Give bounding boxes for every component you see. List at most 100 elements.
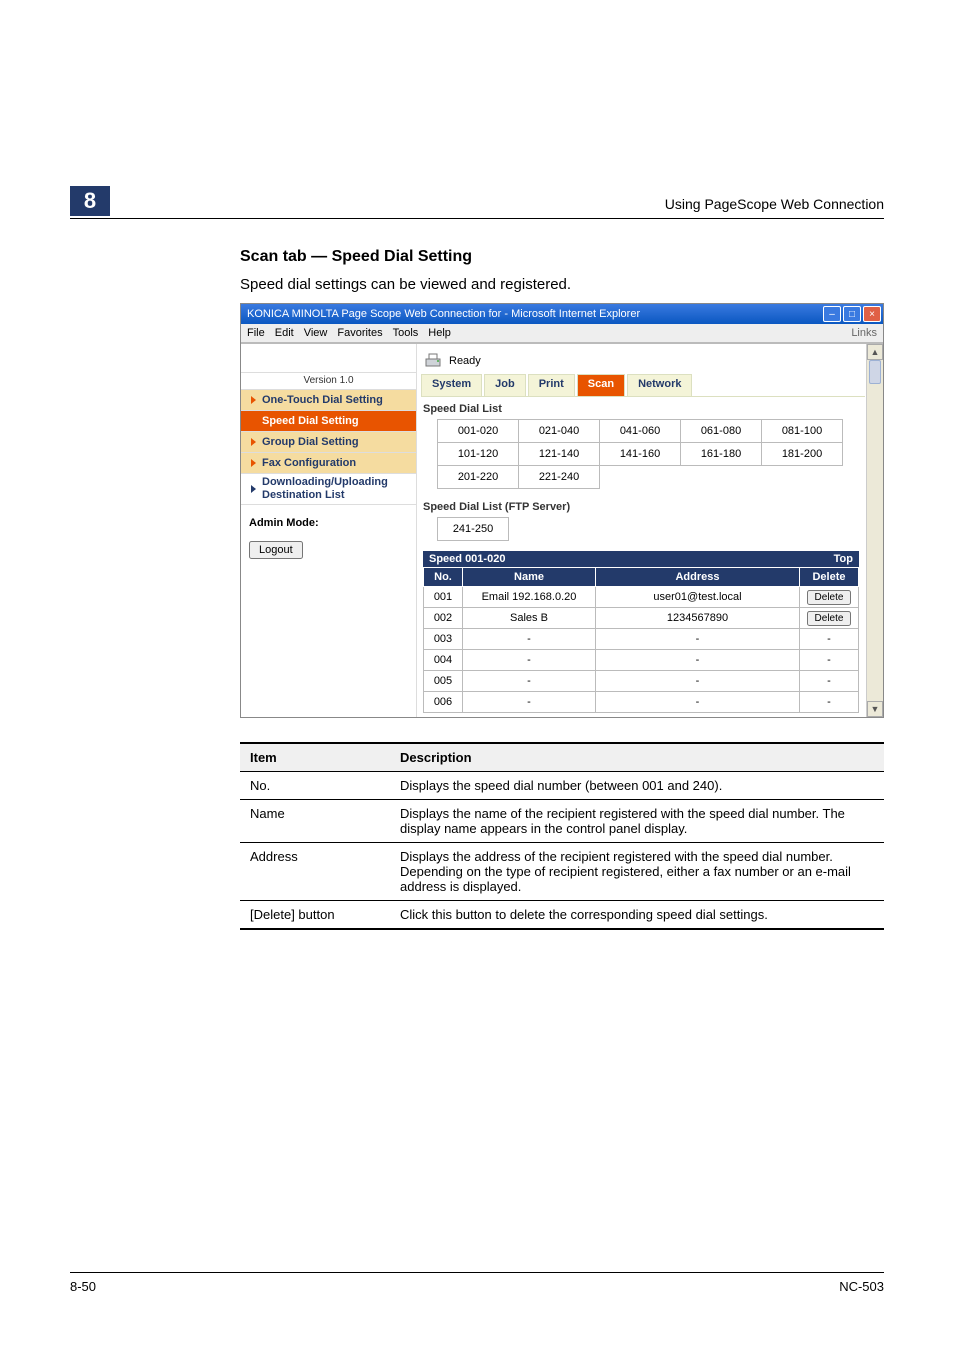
delete-button[interactable]: Delete: [807, 611, 852, 626]
cell-address: -: [596, 692, 800, 713]
desc-row: No.Displays the speed dial number (betwe…: [240, 772, 884, 800]
cell-no: 005: [424, 671, 463, 692]
tab-scan[interactable]: Scan: [577, 374, 625, 396]
range-cell[interactable]: 241-250: [438, 518, 509, 541]
desc-col-description: Description: [390, 743, 884, 772]
col-header: No.: [424, 568, 463, 587]
section-heading: Scan tab — Speed Dial Setting: [240, 248, 884, 266]
cell-delete: -: [800, 629, 859, 650]
sidebar-item-2[interactable]: Group Dial Setting: [241, 432, 416, 453]
range-cell[interactable]: 181-200: [762, 443, 843, 466]
group-header-top-link[interactable]: Top: [834, 553, 853, 565]
window-titlebar[interactable]: KONICA MINOLTA Page Scope Web Connection…: [241, 304, 883, 324]
table-row: 005---: [424, 671, 859, 692]
logout-button[interactable]: Logout: [249, 541, 303, 559]
cell-no: 002: [424, 608, 463, 629]
range-cell[interactable]: 201-220: [438, 466, 519, 489]
desc-text: Displays the speed dial number (between …: [390, 772, 884, 800]
range-cell[interactable]: 001-020: [438, 420, 519, 443]
desc-item: Name: [240, 800, 390, 843]
menu-file[interactable]: File: [247, 327, 265, 339]
cell-name: -: [463, 671, 596, 692]
menu-links[interactable]: Links: [851, 327, 877, 339]
header-title: Using PageScope Web Connection: [665, 196, 884, 212]
desc-text: Displays the name of the recipient regis…: [390, 800, 884, 843]
window-maximize-button[interactable]: □: [843, 306, 861, 322]
cell-delete: Delete: [800, 587, 859, 608]
sidebar-item-1[interactable]: Speed Dial Setting: [241, 411, 416, 432]
desc-row: [Delete] buttonClick this button to dele…: [240, 901, 884, 930]
menu-favorites[interactable]: Favorites: [337, 327, 382, 339]
table-row: 004---: [424, 650, 859, 671]
cell-address: -: [596, 650, 800, 671]
header-rule: [70, 218, 884, 219]
sidebar-item-4[interactable]: Downloading/Uploading Destination List: [241, 474, 416, 505]
range-cell[interactable]: 161-180: [681, 443, 762, 466]
page-footer: 8-50 NC-503: [70, 1272, 884, 1294]
range-cell[interactable]: 141-160: [600, 443, 681, 466]
table-row: 001Email 192.168.0.20user01@test.localDe…: [424, 587, 859, 608]
main-panel: ▲ ▼ Ready SystemJobP: [417, 344, 883, 717]
cell-address: -: [596, 629, 800, 650]
footer-page-num: 8-50: [70, 1279, 96, 1294]
cell-delete: -: [800, 650, 859, 671]
window-close-button[interactable]: ×: [863, 306, 881, 322]
cell-no: 003: [424, 629, 463, 650]
cell-address: 1234567890: [596, 608, 800, 629]
col-header: Delete: [800, 568, 859, 587]
sidebar-item-label: Downloading/Uploading Destination List: [262, 476, 416, 502]
scroll-thumb[interactable]: [869, 360, 881, 384]
range-cell[interactable]: 041-060: [600, 420, 681, 443]
speed-dial-list-title: Speed Dial List: [423, 403, 865, 415]
menu-tools[interactable]: Tools: [393, 327, 419, 339]
cell-name: -: [463, 629, 596, 650]
status-row: Ready: [417, 348, 865, 374]
brand-logo: [241, 344, 416, 373]
delete-button[interactable]: Delete: [807, 590, 852, 605]
tab-bar: SystemJobPrintScanNetwork: [421, 374, 865, 397]
desc-item: No.: [240, 772, 390, 800]
footer-doc-id: NC-503: [839, 1279, 884, 1294]
desc-row: NameDisplays the name of the recipient r…: [240, 800, 884, 843]
table-row: 006---: [424, 692, 859, 713]
col-header: Name: [463, 568, 596, 587]
range-cell[interactable]: 021-040: [519, 420, 600, 443]
desc-item: Address: [240, 843, 390, 901]
desc-item: [Delete] button: [240, 901, 390, 930]
desc-text: Click this button to delete the correspo…: [390, 901, 884, 930]
range-cell[interactable]: 061-080: [681, 420, 762, 443]
sidebar-item-label: One-Touch Dial Setting: [262, 394, 383, 406]
menu-edit[interactable]: Edit: [275, 327, 294, 339]
window-minimize-button[interactable]: –: [823, 306, 841, 322]
sidebar-item-label: Group Dial Setting: [262, 436, 359, 448]
section-lead: Speed dial settings can be viewed and re…: [240, 276, 884, 293]
description-table: ItemDescriptionNo.Displays the speed dia…: [240, 742, 884, 930]
scrollbar[interactable]: ▲ ▼: [866, 344, 883, 717]
tab-print[interactable]: Print: [528, 374, 575, 396]
range-cell[interactable]: 101-120: [438, 443, 519, 466]
tab-job[interactable]: Job: [484, 374, 526, 396]
menu-help[interactable]: Help: [428, 327, 451, 339]
range-cell[interactable]: 121-140: [519, 443, 600, 466]
range-cell[interactable]: 081-100: [762, 420, 843, 443]
printer-icon: [423, 351, 443, 371]
browser-menubar[interactable]: File Edit View Favorites Tools Help Link…: [241, 324, 883, 343]
tab-system[interactable]: System: [421, 374, 482, 396]
chevron-right-icon: [251, 459, 256, 467]
menu-view[interactable]: View: [304, 327, 328, 339]
chevron-right-icon: [251, 417, 256, 425]
cell-address: user01@test.local: [596, 587, 800, 608]
cell-name: -: [463, 650, 596, 671]
range-cell[interactable]: 221-240: [519, 466, 600, 489]
sidebar-item-0[interactable]: One-Touch Dial Setting: [241, 390, 416, 411]
chevron-right-icon: [251, 396, 256, 404]
range-table: 001-020021-040041-060061-080081-100 101-1…: [437, 419, 843, 489]
sidebar-item-3[interactable]: Fax Configuration: [241, 453, 416, 474]
desc-row: AddressDisplays the address of the recip…: [240, 843, 884, 901]
ftp-list-title: Speed Dial List (FTP Server): [423, 501, 865, 513]
desc-text: Displays the address of the recipient re…: [390, 843, 884, 901]
scroll-down-arrow[interactable]: ▼: [867, 701, 883, 717]
tab-network[interactable]: Network: [627, 374, 692, 396]
cell-no: 004: [424, 650, 463, 671]
scroll-up-arrow[interactable]: ▲: [867, 344, 883, 360]
